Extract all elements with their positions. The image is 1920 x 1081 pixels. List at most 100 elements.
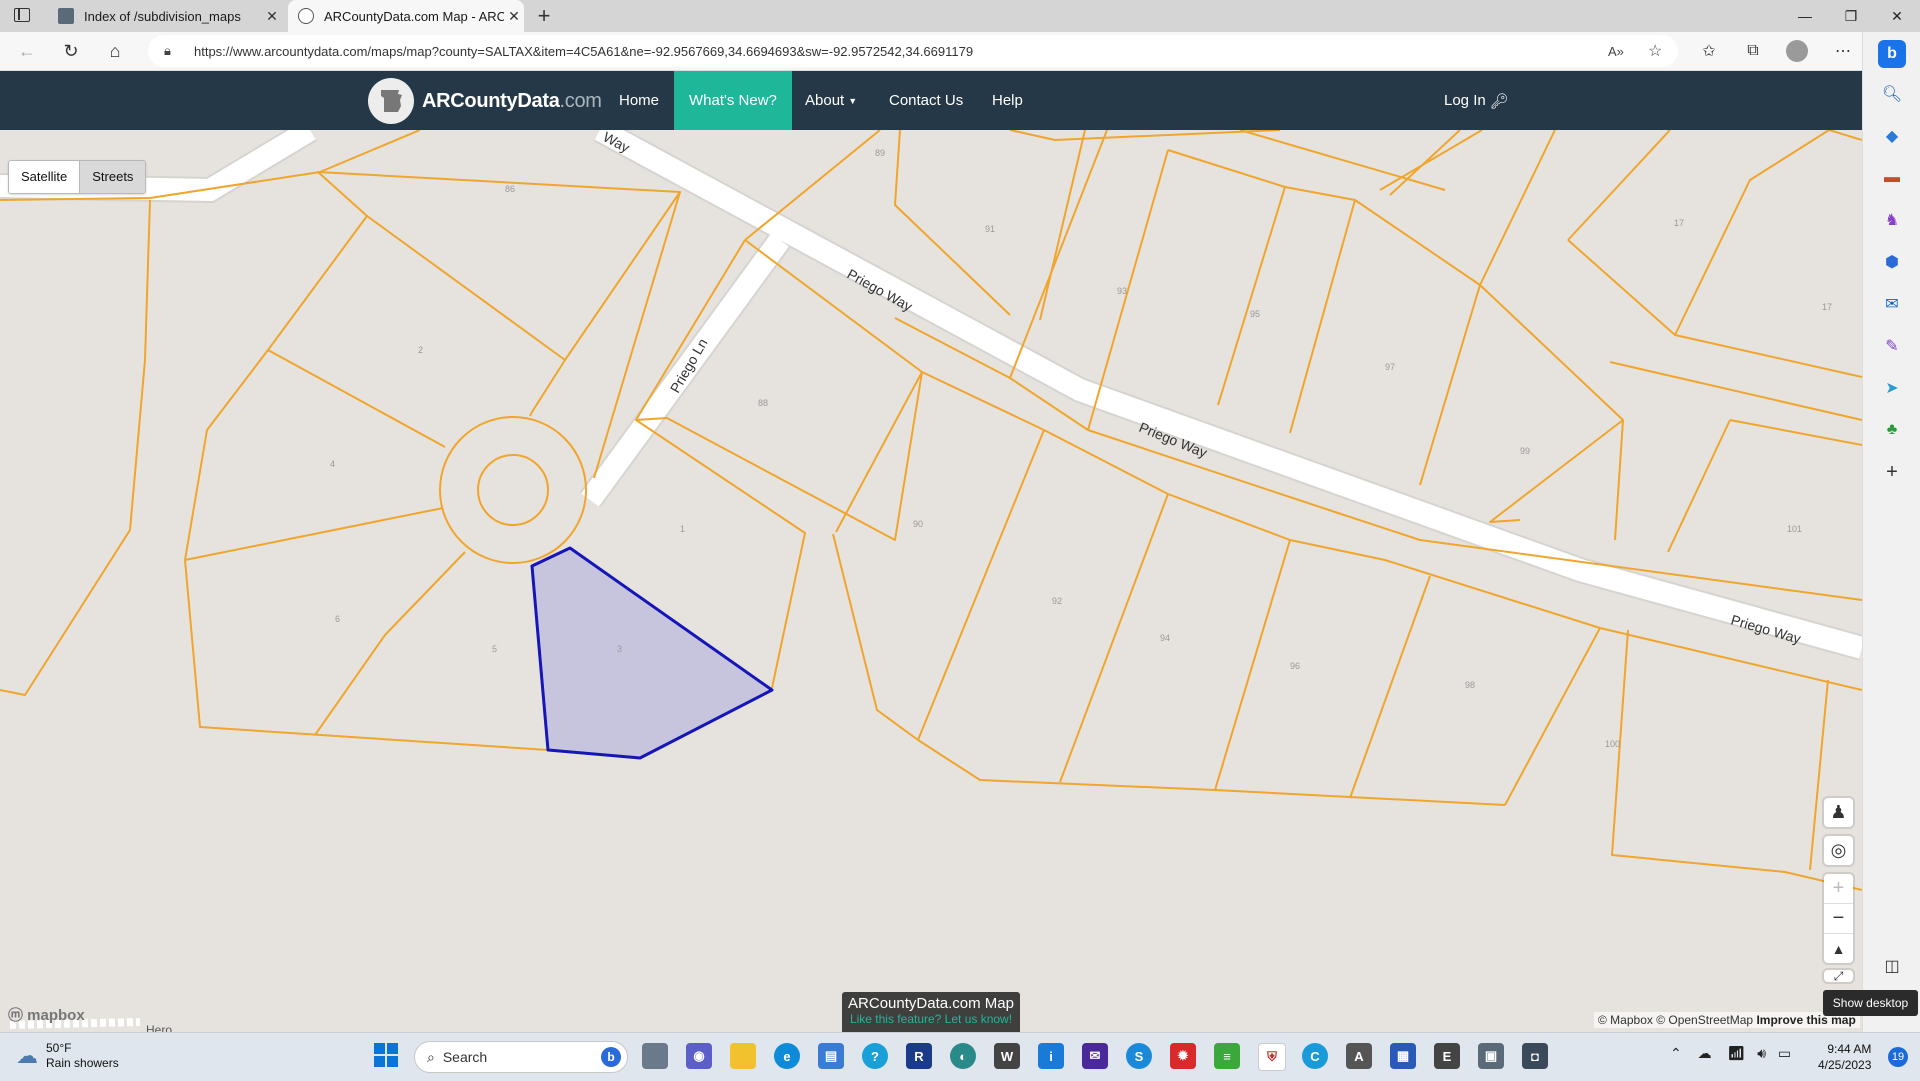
a-app-icon[interactable]: A bbox=[1346, 1043, 1372, 1069]
system-clock[interactable]: 9:44 AM 4/25/2023 bbox=[1818, 1041, 1871, 1073]
taskbar-search[interactable]: ⌕ Search b bbox=[414, 1041, 628, 1073]
nav-whats-new[interactable]: What's New? bbox=[674, 71, 792, 130]
toast-title: ARCountyData.com Map bbox=[848, 995, 1014, 1012]
tools-icon[interactable]: ▬ bbox=[1880, 166, 1904, 190]
read-aloud-icon[interactable]: A» bbox=[1608, 44, 1624, 59]
tab-title: ARCountyData.com Map - ARCo bbox=[324, 8, 504, 24]
shopping-icon[interactable]: ◆ bbox=[1880, 124, 1904, 148]
nav-about-label: About bbox=[805, 92, 845, 109]
lot-number: 98 bbox=[1465, 680, 1475, 690]
satellite-button[interactable]: Satellite bbox=[9, 161, 80, 193]
mail-icon[interactable]: ✉ bbox=[1082, 1043, 1108, 1069]
browser-tab[interactable]: Index of /subdivision_maps ✕ bbox=[52, 0, 282, 32]
lot-number: 96 bbox=[1290, 661, 1300, 671]
url-field[interactable]: 🔒︎ https://www.arcountydata.com/maps/map… bbox=[148, 35, 1678, 67]
wordpad-icon[interactable]: W bbox=[994, 1043, 1020, 1069]
bing-chat-icon[interactable]: b bbox=[1878, 40, 1906, 68]
lot-number: 100 bbox=[1605, 739, 1620, 749]
close-window-icon[interactable]: ✕ bbox=[1874, 0, 1920, 32]
feature-toast[interactable]: ARCountyData.com Map Like this feature? … bbox=[842, 992, 1020, 1032]
zoom-in-icon[interactable]: + bbox=[1824, 874, 1853, 904]
fullscreen-icon[interactable]: ⤢ bbox=[1824, 969, 1853, 983]
nav-home[interactable]: Home bbox=[619, 71, 659, 130]
zoom-out-icon[interactable]: − bbox=[1824, 904, 1853, 934]
system-tray[interactable]: ⌃ ☁ 📶︎ 🔊︎ ▭ bbox=[1670, 1045, 1791, 1062]
address-bar: ← ↻ ⌂ 🔒︎ https://www.arcountydata.com/ma… bbox=[0, 32, 1920, 71]
search-icon[interactable]: 🔍︎ bbox=[1880, 82, 1904, 106]
home-icon[interactable]: ⌂ bbox=[100, 36, 130, 66]
doc-app-icon[interactable]: ▦ bbox=[1390, 1043, 1416, 1069]
games-icon[interactable]: ♞ bbox=[1880, 208, 1904, 232]
nav-help[interactable]: Help bbox=[992, 71, 1023, 130]
chevron-up-icon[interactable]: ⌃ bbox=[1670, 1045, 1682, 1061]
tab-title: Index of /subdivision_maps bbox=[84, 8, 241, 24]
lot-number: 2 bbox=[418, 345, 423, 355]
skype-icon[interactable]: S bbox=[1126, 1043, 1152, 1069]
restore-icon[interactable]: ❐ bbox=[1828, 0, 1874, 32]
task-view-icon[interactable] bbox=[642, 1043, 668, 1069]
browser-tab-active[interactable]: ARCountyData.com Map - ARCo ✕ bbox=[288, 0, 524, 32]
toast-link[interactable]: Like this feature? Let us know! bbox=[842, 1012, 1020, 1026]
c-app-icon[interactable]: C bbox=[1302, 1043, 1328, 1069]
edge-browser-icon[interactable]: e bbox=[774, 1043, 800, 1069]
street-view-pegman-icon[interactable]: ♟ bbox=[1824, 798, 1853, 827]
settings-gear-icon[interactable]: ✹ bbox=[1170, 1043, 1196, 1069]
store-icon[interactable]: ▤ bbox=[818, 1043, 844, 1069]
help-icon[interactable]: ? bbox=[862, 1043, 888, 1069]
collections-icon[interactable]: ⧉ bbox=[1738, 36, 1768, 66]
back-icon[interactable]: ← bbox=[12, 36, 42, 66]
minimize-icon[interactable]: — bbox=[1782, 0, 1828, 32]
file-explorer-icon[interactable] bbox=[730, 1043, 756, 1069]
parcel-map[interactable]: Way Priego Way Priego Ln Priego Way Prie… bbox=[0, 130, 1862, 1032]
notification-badge[interactable]: 19 bbox=[1888, 1047, 1908, 1067]
weather-desc: Rain showers bbox=[46, 1056, 119, 1070]
volume-icon[interactable]: 🔊︎ bbox=[1757, 1045, 1766, 1061]
streets-button[interactable]: Streets bbox=[79, 161, 146, 193]
wifi-icon[interactable]: 📶︎ bbox=[1728, 1045, 1746, 1061]
more-options-icon[interactable]: ⋯ bbox=[1828, 36, 1858, 66]
new-tab-button[interactable]: + bbox=[532, 4, 556, 28]
map-app-icon[interactable]: ▣ bbox=[1478, 1043, 1504, 1069]
start-button-icon[interactable] bbox=[374, 1043, 398, 1067]
add-icon[interactable]: + bbox=[1880, 460, 1904, 484]
map-attribution[interactable]: © Mapbox © OpenStreetMap Improve this ma… bbox=[1594, 1012, 1860, 1028]
battery-icon[interactable]: ▭ bbox=[1778, 1045, 1791, 1061]
geolocate-icon[interactable]: ◎ bbox=[1824, 836, 1853, 865]
info-app-icon[interactable]: i bbox=[1038, 1043, 1064, 1069]
favorite-star-icon[interactable]: ☆ bbox=[1648, 41, 1662, 61]
nav-about[interactable]: About ▼ bbox=[805, 71, 857, 130]
notepad-icon[interactable]: ≡ bbox=[1214, 1043, 1240, 1069]
login-link[interactable]: Log In 🔑︎ bbox=[1444, 71, 1509, 130]
attribution-text: © Mapbox © OpenStreetMap bbox=[1598, 1013, 1754, 1027]
microsoft-365-icon[interactable]: ⬢ bbox=[1880, 250, 1904, 274]
clock-time: 9:44 AM bbox=[1827, 1042, 1872, 1056]
lot-number: 90 bbox=[913, 519, 923, 529]
onedrive-icon[interactable]: ☁ bbox=[1698, 1045, 1712, 1061]
sidebar-toggle-icon[interactable]: ◫ bbox=[1880, 954, 1904, 978]
designer-icon[interactable]: ✎ bbox=[1880, 334, 1904, 358]
show-desktop-tooltip: Show desktop bbox=[1823, 990, 1918, 1016]
edge-dev-icon[interactable]: ◐ bbox=[950, 1043, 976, 1069]
refresh-icon[interactable]: ↻ bbox=[56, 36, 86, 66]
lot-number: 5 bbox=[492, 644, 497, 654]
site-logo[interactable]: ARCountyData.com bbox=[368, 78, 602, 124]
outlook-icon[interactable]: ✉ bbox=[1880, 292, 1904, 316]
shield-app-icon[interactable]: ⛨ bbox=[1258, 1043, 1286, 1071]
e-app-icon[interactable]: E bbox=[1434, 1043, 1460, 1069]
browser-app-icon[interactable]: ◘ bbox=[1522, 1043, 1548, 1069]
favorites-icon[interactable]: ✩ bbox=[1694, 36, 1724, 66]
send-icon[interactable]: ➤ bbox=[1880, 376, 1904, 400]
tree-icon[interactable]: ♣ bbox=[1880, 418, 1904, 442]
weather-widget[interactable]: ☁ 50°F Rain showers bbox=[16, 1041, 119, 1071]
tab-close-icon[interactable]: ✕ bbox=[262, 8, 282, 25]
profile-avatar-icon[interactable] bbox=[1782, 36, 1812, 66]
mapbox-logo[interactable]: ⓜ mapbox bbox=[8, 1004, 85, 1025]
tab-actions-icon[interactable] bbox=[14, 8, 30, 22]
caret-down-icon: ▼ bbox=[848, 95, 858, 106]
lock-icon[interactable]: 🔒︎ bbox=[164, 43, 171, 59]
teams-chat-icon[interactable]: ◉ bbox=[686, 1043, 712, 1069]
compass-icon[interactable]: ▲ bbox=[1824, 934, 1853, 963]
tab-close-icon[interactable]: ✕ bbox=[504, 8, 524, 25]
nav-contact[interactable]: Contact Us bbox=[889, 71, 963, 130]
r-app-icon[interactable]: R bbox=[906, 1043, 932, 1069]
